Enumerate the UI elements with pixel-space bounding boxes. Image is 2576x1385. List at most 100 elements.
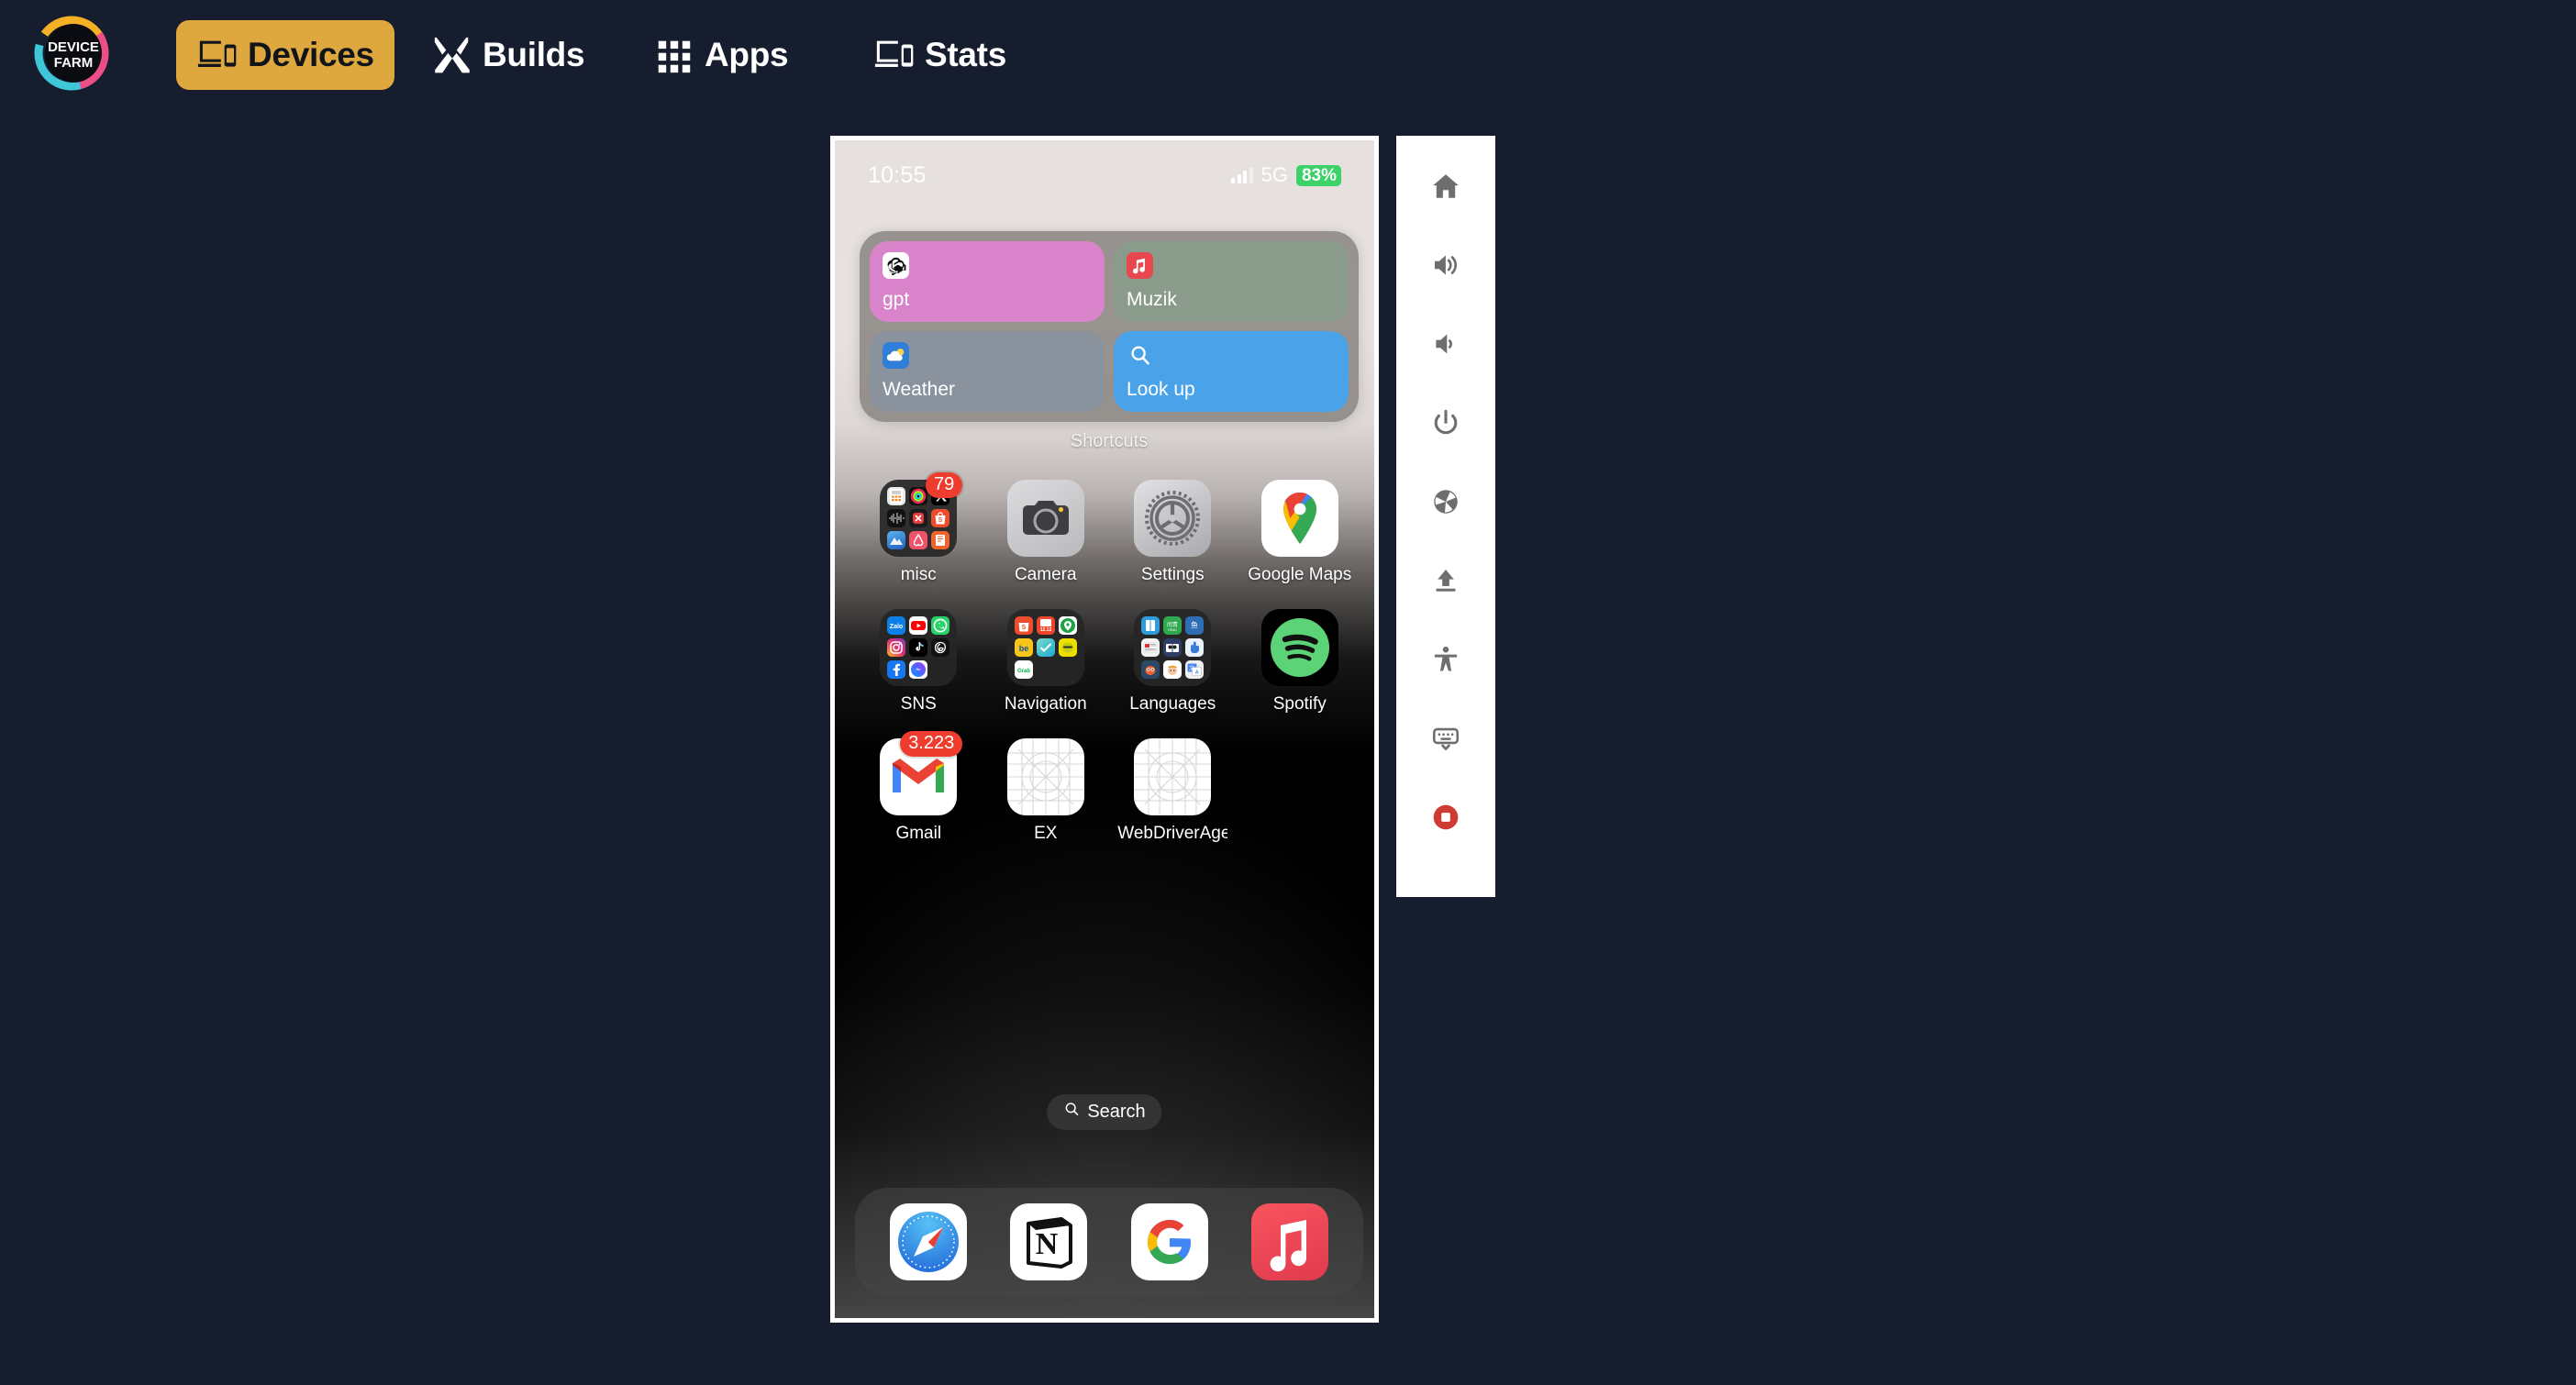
svg-text:N: N	[1036, 1227, 1059, 1261]
gmaps-app-icon	[1260, 480, 1338, 557]
app-label: WebDriverAgen…	[1117, 824, 1228, 843]
app-icon-webdriveragent[interactable]: WebDriverAgen…	[1109, 738, 1237, 844]
home-button[interactable]	[1417, 158, 1474, 215]
weather-icon	[883, 342, 909, 369]
widget-tile-label: gpt	[883, 289, 910, 310]
dock-icon-safari[interactable]	[889, 1203, 967, 1280]
app-icon-navigation[interactable]: S 12.12 be Grab Navigation	[983, 609, 1110, 715]
mini-icon-face-app	[1163, 660, 1183, 679]
battery-badge: 83%	[1295, 164, 1341, 186]
svg-text:A: A	[1195, 670, 1199, 676]
svg-text:12.12: 12.12	[1039, 627, 1051, 633]
music-icon	[1127, 252, 1153, 279]
widget-tile-label: Weather	[883, 379, 955, 400]
widget-tile-muzik[interactable]: Muzik	[1114, 241, 1349, 322]
upload-icon	[1436, 569, 1456, 592]
mini-icon-grabmap	[1058, 616, 1077, 635]
device-screen[interactable]: 10:55 5G 83% gpt Muzik Weather Look up S…	[835, 140, 1374, 1318]
app-label: Google Maps	[1248, 565, 1352, 584]
status-bar: 10:55 5G 83%	[835, 157, 1374, 194]
screenshot-button[interactable]	[1417, 473, 1474, 530]
widget-tile-gpt[interactable]: gpt	[870, 241, 1105, 322]
mini-icon-airbnb	[909, 531, 928, 549]
logo-text-line1: DEVICE	[48, 39, 99, 55]
folder-preview: 闰青 READ 鱼 文 A	[1134, 609, 1212, 686]
app-icon-misc[interactable]: S 79 misc	[855, 472, 983, 585]
app-icon-google-maps[interactable]: Google Maps	[1237, 480, 1364, 585]
nav-tab-apps[interactable]: Apps	[633, 20, 808, 90]
camera-app-icon	[1006, 480, 1084, 557]
logo-text-line2: FARM	[54, 55, 94, 71]
svg-text:S: S	[1021, 625, 1026, 631]
mini-icon-empty	[931, 660, 949, 679]
dock-icon-google[interactable]	[1130, 1203, 1208, 1280]
svg-text:S: S	[938, 517, 943, 524]
mini-icon-traveloka	[1036, 638, 1055, 657]
app-grid: S 79 misc Camera Settings Google Maps Za…	[855, 472, 1364, 844]
openai-icon	[883, 252, 909, 279]
upload-button[interactable]	[1417, 552, 1474, 609]
tools-icon	[431, 34, 473, 76]
app-icon-settings[interactable]: Settings	[1109, 480, 1237, 585]
mini-icon-calculator	[887, 487, 906, 505]
power-button[interactable]	[1417, 394, 1474, 451]
shortcuts-widget[interactable]: gpt Muzik Weather Look up	[860, 231, 1359, 422]
mini-icon-blue-hand	[1185, 638, 1205, 657]
app-icon-languages[interactable]: 闰青 READ 鱼 文 A Languages	[1109, 609, 1237, 715]
dock-icon-notion[interactable]: N	[1010, 1203, 1088, 1280]
app-icon-sns[interactable]: Zalo SNS	[855, 609, 983, 715]
volume-up-button[interactable]	[1417, 237, 1474, 294]
app-icon-gmail[interactable]: 3.223 Gmail	[855, 731, 983, 844]
mini-icon-tiktok	[909, 638, 928, 657]
nav-tab-label: Apps	[705, 36, 789, 73]
nav-tab-stats[interactable]: Stats	[853, 20, 1027, 90]
nav-tab-label: Stats	[925, 36, 1006, 73]
mini-icon-news-red	[1141, 638, 1160, 657]
app-icon-ex[interactable]: EX	[983, 738, 1110, 844]
mini-icon-facebook	[887, 660, 906, 679]
laptop-phone-icon	[873, 34, 916, 76]
mini-icon-be: be	[1014, 638, 1033, 657]
mini-icon-dict-blue	[1141, 616, 1160, 635]
svg-text:闰青: 闰青	[1167, 621, 1178, 628]
dock-icon-apple-music[interactable]	[1251, 1203, 1329, 1280]
widget-tile-lookup[interactable]: Look up	[1114, 331, 1349, 412]
laptop-phone-icon	[196, 34, 239, 76]
camera-shutter-icon	[1434, 490, 1458, 514]
app-icon-camera[interactable]: Camera	[983, 480, 1110, 585]
search-pill[interactable]: Search	[1047, 1094, 1162, 1130]
mini-icon-orange-owl	[1141, 660, 1160, 679]
search-icon	[1127, 342, 1153, 369]
folder-preview: Zalo	[880, 609, 958, 686]
search-pill-label: Search	[1087, 1101, 1146, 1122]
status-indicators: 5G 83%	[1231, 163, 1341, 187]
mini-icon-instagram	[887, 638, 906, 657]
app-icon-spotify[interactable]: Spotify	[1237, 609, 1364, 715]
widget-tile-weather[interactable]: Weather	[870, 331, 1105, 412]
nav-tab-builds[interactable]: Builds	[411, 20, 605, 90]
nav-tab-devices[interactable]: Devices	[176, 20, 394, 90]
svg-text:be: be	[1018, 644, 1028, 653]
mini-icon-messenger	[909, 660, 928, 679]
app-label: Languages	[1129, 694, 1216, 714]
app-label: Spotify	[1272, 694, 1327, 714]
status-clock: 10:55	[868, 161, 927, 188]
app-label: Settings	[1140, 565, 1205, 584]
stop-recording-button[interactable]	[1417, 789, 1474, 846]
widget-name-label: Shortcuts	[1070, 431, 1149, 451]
mini-icon-orange-book	[931, 531, 950, 549]
folder-preview: S 12.12 be Grab	[1006, 609, 1084, 686]
mini-icon-green-read: 闰青 READ	[1163, 616, 1183, 635]
volume-down-icon	[1436, 334, 1452, 354]
device-farm-logo[interactable]: DEVICE FARM	[33, 15, 110, 92]
dock: N	[855, 1188, 1363, 1296]
svg-text:Zalo: Zalo	[890, 624, 903, 630]
notification-badge: 3.223	[900, 731, 963, 757]
search-icon	[1063, 1101, 1080, 1123]
volume-down-button[interactable]	[1417, 316, 1474, 372]
stop-record-icon	[1433, 804, 1459, 830]
mini-icon-youtube	[909, 616, 928, 635]
accessibility-button[interactable]	[1417, 631, 1474, 688]
hide-keyboard-button[interactable]	[1417, 710, 1474, 767]
svg-text:鱼: 鱼	[1191, 620, 1198, 629]
